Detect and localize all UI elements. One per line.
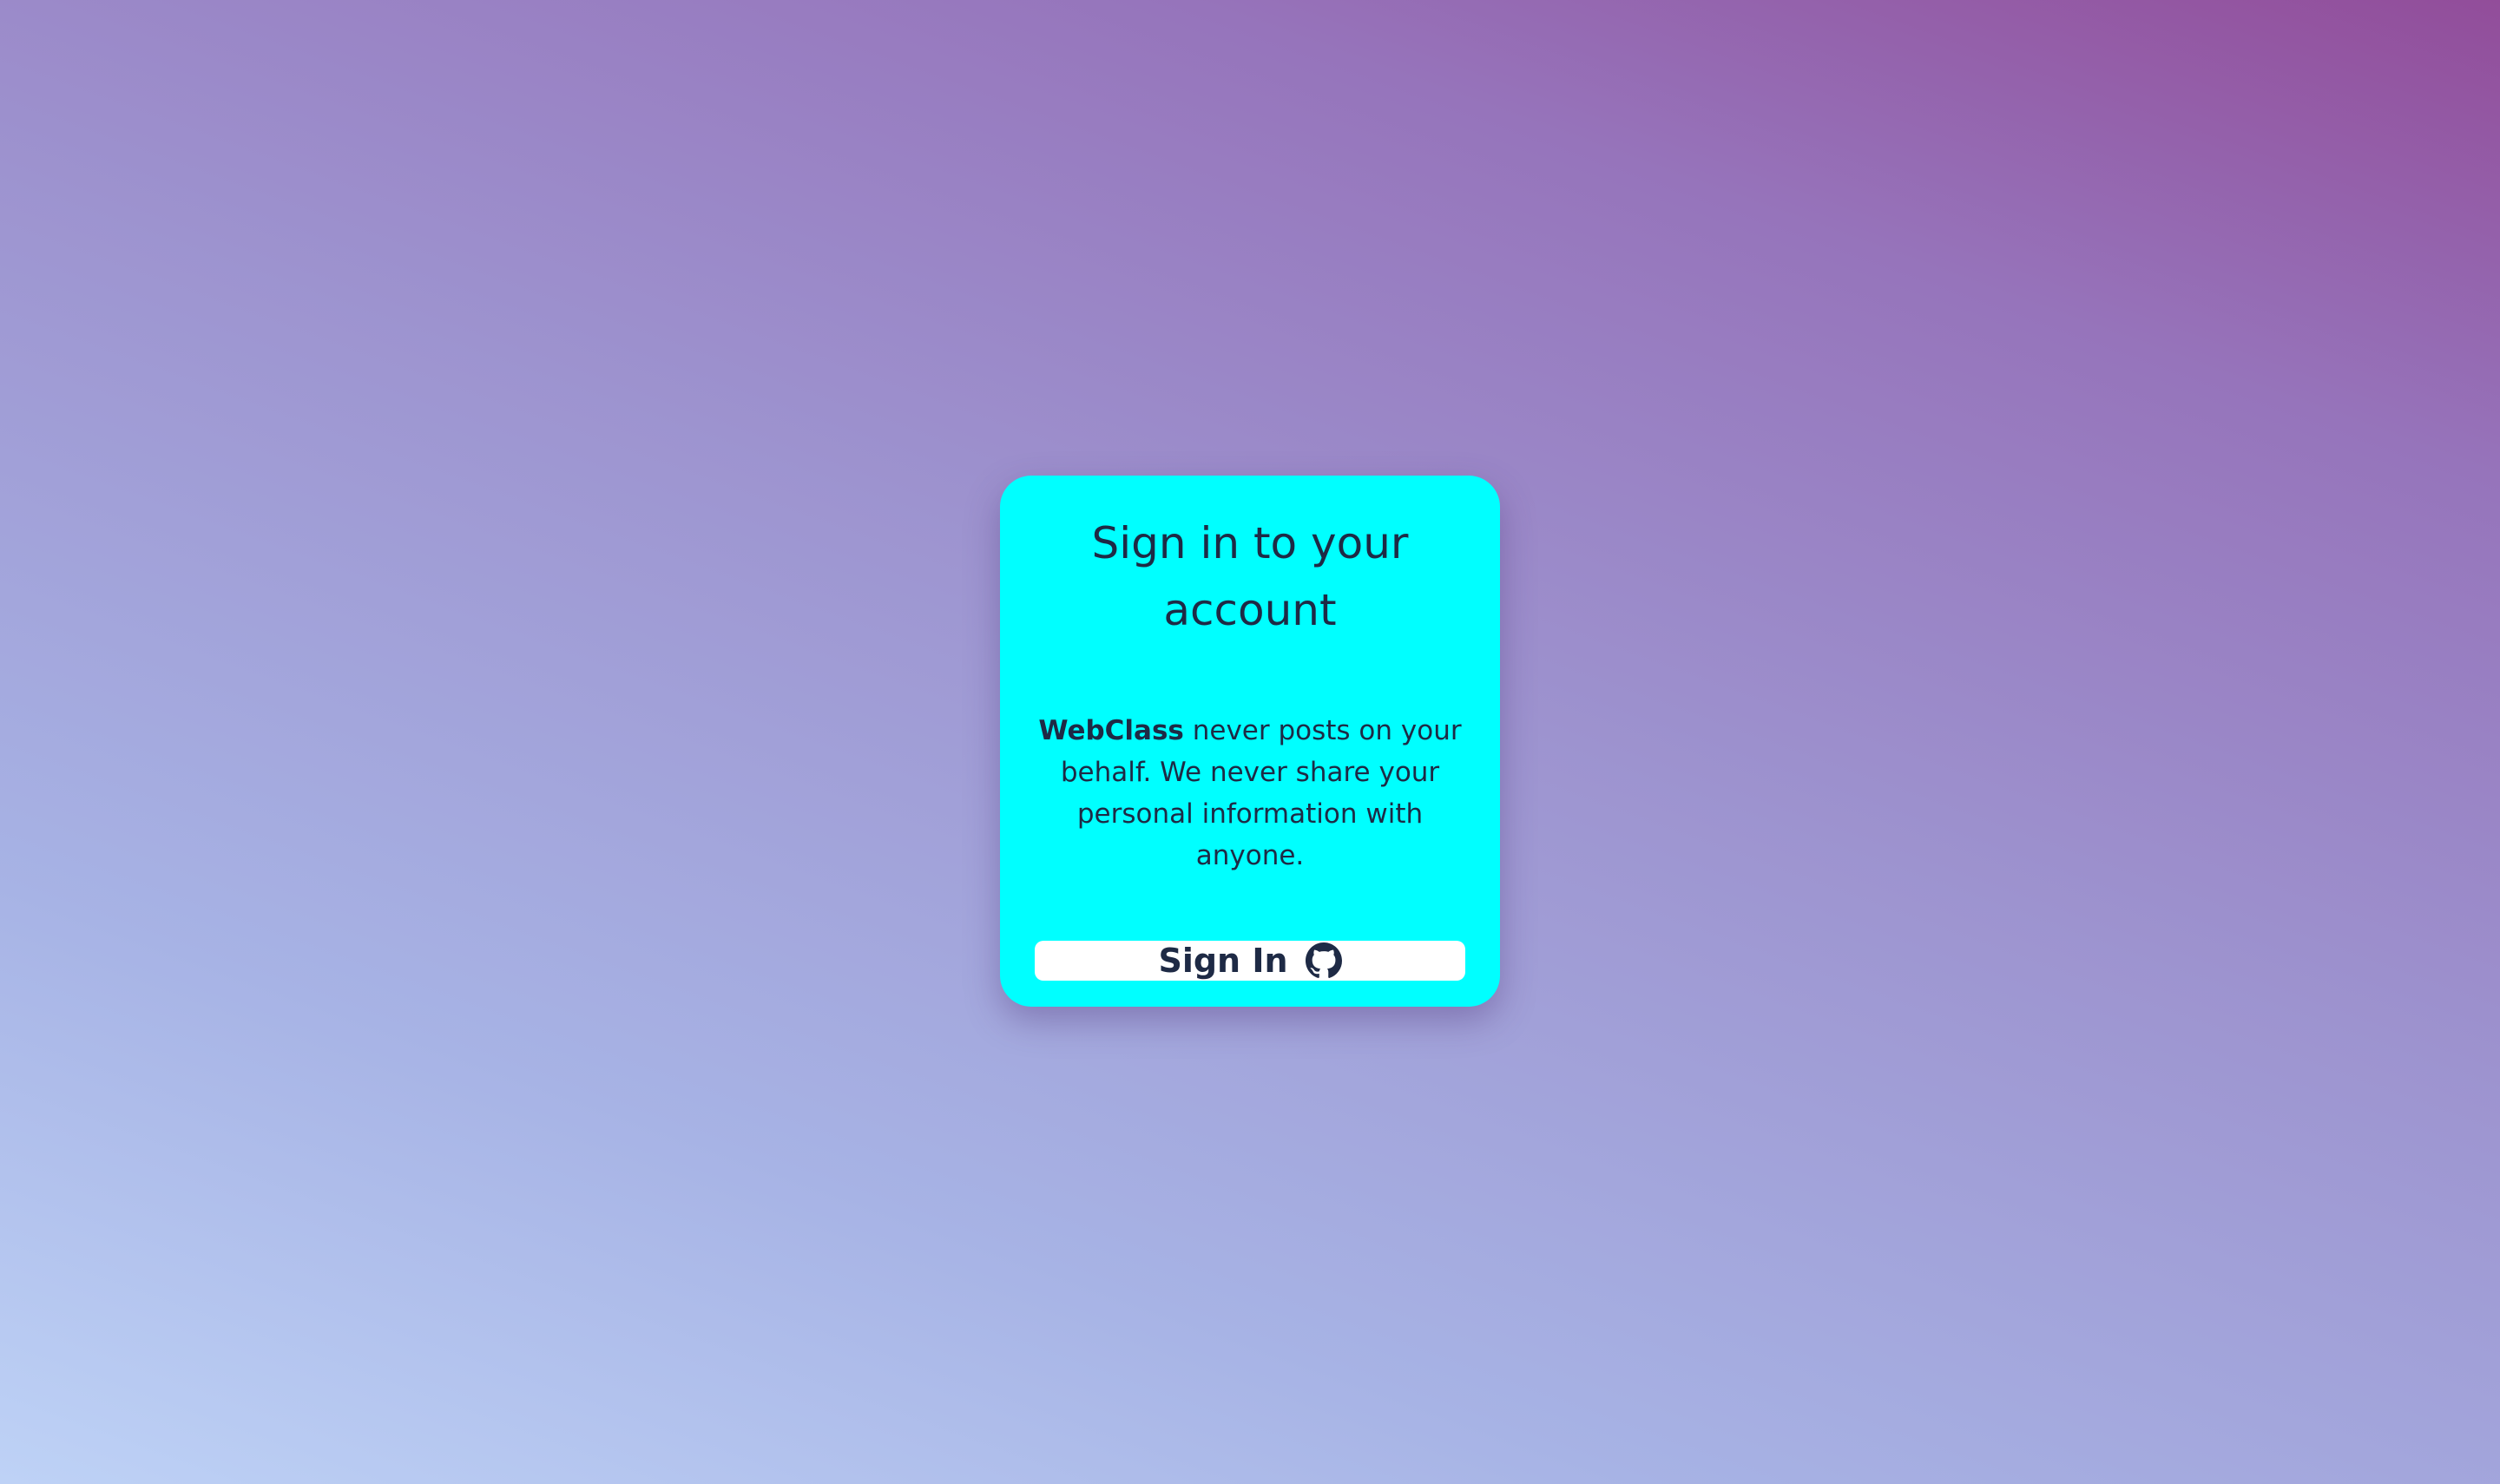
privacy-description: WebClass never posts on your behalf. We …	[1035, 710, 1465, 877]
signin-button[interactable]: Sign In	[1035, 941, 1465, 981]
signin-button-label: Sign In	[1158, 942, 1288, 980]
page-title: Sign in to your account	[1091, 518, 1409, 635]
signin-card: Sign in to your account WebClass never p…	[1000, 476, 1500, 1007]
brand-name: WebClass	[1038, 715, 1184, 746]
github-icon	[1305, 942, 1342, 979]
